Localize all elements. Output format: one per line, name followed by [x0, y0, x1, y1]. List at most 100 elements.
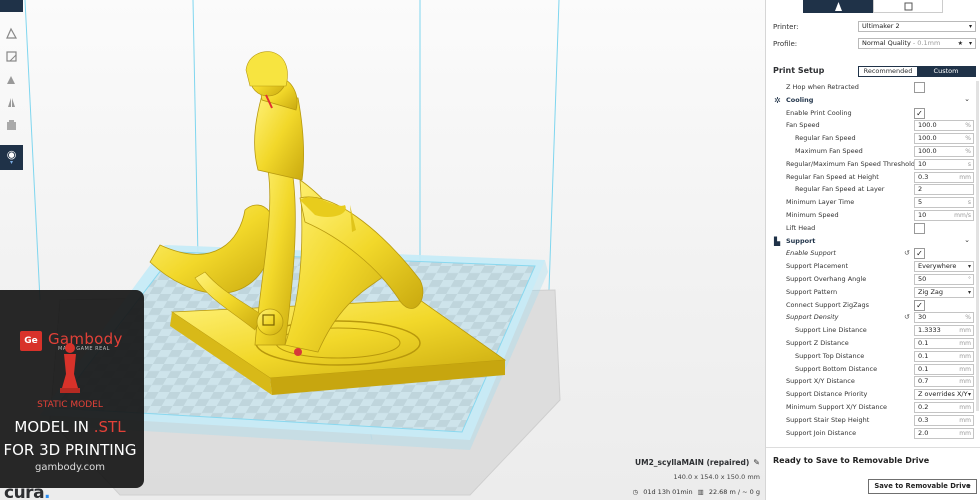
setting-checkbox[interactable]: [914, 82, 925, 93]
profile-label: Profile:: [773, 40, 798, 48]
setting-checkbox[interactable]: [914, 222, 925, 234]
setting-value: 0.3: [918, 172, 929, 181]
setting-input[interactable]: 0.1 mm: [914, 338, 974, 349]
stl-text: .STL: [93, 418, 126, 436]
setting-label: Connect Support ZigZags: [786, 300, 870, 309]
prepare-icon: [834, 2, 842, 11]
setting-unit: s: [967, 160, 971, 168]
tab-prepare[interactable]: [803, 0, 873, 13]
setting-checkbox[interactable]: ✓: [914, 299, 925, 311]
model-in-text: MODEL IN: [14, 418, 94, 436]
mirror-tool-button[interactable]: [0, 91, 23, 114]
setting-input[interactable]: 10 mm/s: [914, 210, 974, 221]
gambody-watermark: Ge Gambody MAKE GAME REAL STATIC MODEL M…: [0, 290, 144, 488]
setting-input[interactable]: 2: [914, 184, 974, 196]
custom-tab[interactable]: Custom: [917, 67, 975, 76]
setting-input[interactable]: 100.0%: [914, 133, 974, 145]
setting-row: Regular/Maximum Fan Speed Threshold 10 s: [766, 158, 974, 171]
setting-input[interactable]: 0.3 mm: [914, 171, 974, 183]
profile-value: Normal Quality: [862, 39, 911, 47]
setting-unit: %: [965, 314, 971, 322]
setting-value: 0.7: [918, 377, 929, 386]
static-model-label: STATIC MODEL: [37, 400, 103, 410]
tab-monitor[interactable]: [873, 0, 943, 13]
translate-tool-button[interactable]: [0, 22, 23, 45]
printer-select[interactable]: Ultimaker 2 ▾: [858, 21, 976, 32]
gambody-site-label: gambody.com: [34, 462, 106, 473]
settings-scrollbar[interactable]: [976, 81, 979, 411]
setting-label: Support: [786, 236, 816, 245]
translate-icon: [6, 27, 18, 39]
setting-unit: %: [965, 135, 971, 143]
setting-input[interactable]: 30%: [914, 312, 974, 324]
setting-input[interactable]: 0.7 mm: [914, 376, 974, 388]
job-name-row[interactable]: UM2_scyllaMAIN (repaired) ✎: [630, 458, 760, 467]
setting-unit: mm: [959, 365, 971, 373]
setting-unit: s: [967, 199, 971, 207]
pencil-icon[interactable]: ✎: [753, 458, 760, 467]
setting-label: Support Bottom Distance: [795, 364, 878, 373]
setting-select[interactable]: Zig Zag ▾: [914, 286, 974, 298]
settings-category[interactable]: ✲ Cooling ⌄: [766, 93, 974, 107]
setting-input[interactable]: 100.0%: [914, 146, 974, 157]
gambody-logo: Ge: [20, 331, 42, 351]
setting-input[interactable]: 5s: [914, 197, 974, 209]
setting-label: Support Density: [786, 313, 839, 322]
profile-select[interactable]: Normal Quality - 0.1mm ★ ▾: [858, 38, 976, 49]
build-volume-edge: [548, 0, 560, 291]
setup-mode-toggle: Recommended Custom: [858, 66, 976, 77]
setting-input[interactable]: 0.1 mm: [914, 363, 974, 375]
setting-input[interactable]: 2.0 mm: [914, 427, 974, 439]
per-model-settings-button[interactable]: [0, 114, 23, 137]
cura-logo: cura.: [4, 483, 51, 500]
setting-input[interactable]: 1.3333 mm: [914, 325, 974, 337]
reset-icon[interactable]: ↺: [904, 313, 910, 321]
open-file-button[interactable]: [0, 0, 23, 12]
setting-row: Support Stair Step Height 0.3 mm: [766, 414, 974, 427]
save-options-dropdown[interactable]: ▾: [962, 479, 977, 494]
recommended-tab[interactable]: Recommended: [859, 67, 917, 76]
build-volume-edge: [24, 0, 41, 301]
setting-row: Fan Speed 100.0%: [766, 119, 974, 132]
rotate-icon: [7, 76, 15, 84]
setting-select[interactable]: Everywhere ▾: [914, 261, 974, 273]
chevron-down-icon: ▾: [968, 40, 972, 47]
setting-row: Support Join Distance 2.0 mm: [766, 427, 974, 440]
setting-input[interactable]: 0.1 mm: [914, 350, 974, 362]
setting-input[interactable]: 50 °: [914, 274, 974, 285]
setting-input[interactable]: 100.0%: [914, 120, 974, 132]
star-icon[interactable]: ★: [958, 39, 963, 48]
eye-icon: ◉: [6, 147, 17, 161]
print-setup-title: Print Setup: [773, 66, 825, 75]
settings-category[interactable]: ▙ Support ⌄: [766, 234, 974, 248]
setting-input[interactable]: 0.2 mm: [914, 402, 974, 413]
setting-row: Regular Fan Speed at Height 0.3 mm: [766, 171, 974, 184]
view-mode-button[interactable]: ◉ ▾: [0, 145, 23, 170]
setting-unit: mm: [959, 378, 971, 386]
setting-input[interactable]: 0.3 mm: [914, 414, 974, 426]
setting-row: Support Distance Priority Z overrides X/Y…: [766, 388, 974, 401]
for-3d-printing-label: FOR 3D PRINTING: [3, 441, 137, 459]
setting-row: Lift Head: [766, 222, 974, 235]
setting-unit: mm: [959, 327, 971, 335]
setting-unit: mm/s: [954, 212, 971, 219]
3d-viewport[interactable]: ◉ ▾ Ge Gambody MAKE GAME REAL STATIC MOD…: [0, 0, 765, 500]
settings-list[interactable]: Z Hop when Retracted ✲ Cooling ⌄ Enable Prin…: [766, 81, 980, 447]
setting-row: Connect Support ZigZags ✓: [766, 299, 974, 312]
setting-row: Enable Print Cooling ✓: [766, 107, 974, 120]
setting-select[interactable]: Z overrides X/Y ▾: [914, 389, 974, 401]
chevron-down-icon: ▾: [967, 483, 971, 490]
setting-checkbox[interactable]: ✓: [914, 107, 925, 119]
setting-input[interactable]: 10 s: [914, 158, 974, 170]
setting-checkbox[interactable]: ✓: [914, 248, 925, 260]
save-to-removable-drive-button[interactable]: Save to Removable Drive: [868, 479, 977, 494]
reset-icon[interactable]: ↺: [904, 249, 910, 257]
setting-row: Support Pattern Zig Zag ▾: [766, 286, 974, 299]
scale-tool-button[interactable]: [0, 45, 23, 68]
rotate-tool-button[interactable]: [0, 68, 23, 91]
cura-logo-dot: .: [44, 483, 51, 500]
chevron-down-icon: ⌄: [964, 94, 970, 103]
setting-value: Zig Zag: [918, 287, 944, 296]
setting-label: Regular/Maximum Fan Speed Threshold: [786, 159, 916, 168]
setting-value: 0.1: [918, 351, 929, 360]
